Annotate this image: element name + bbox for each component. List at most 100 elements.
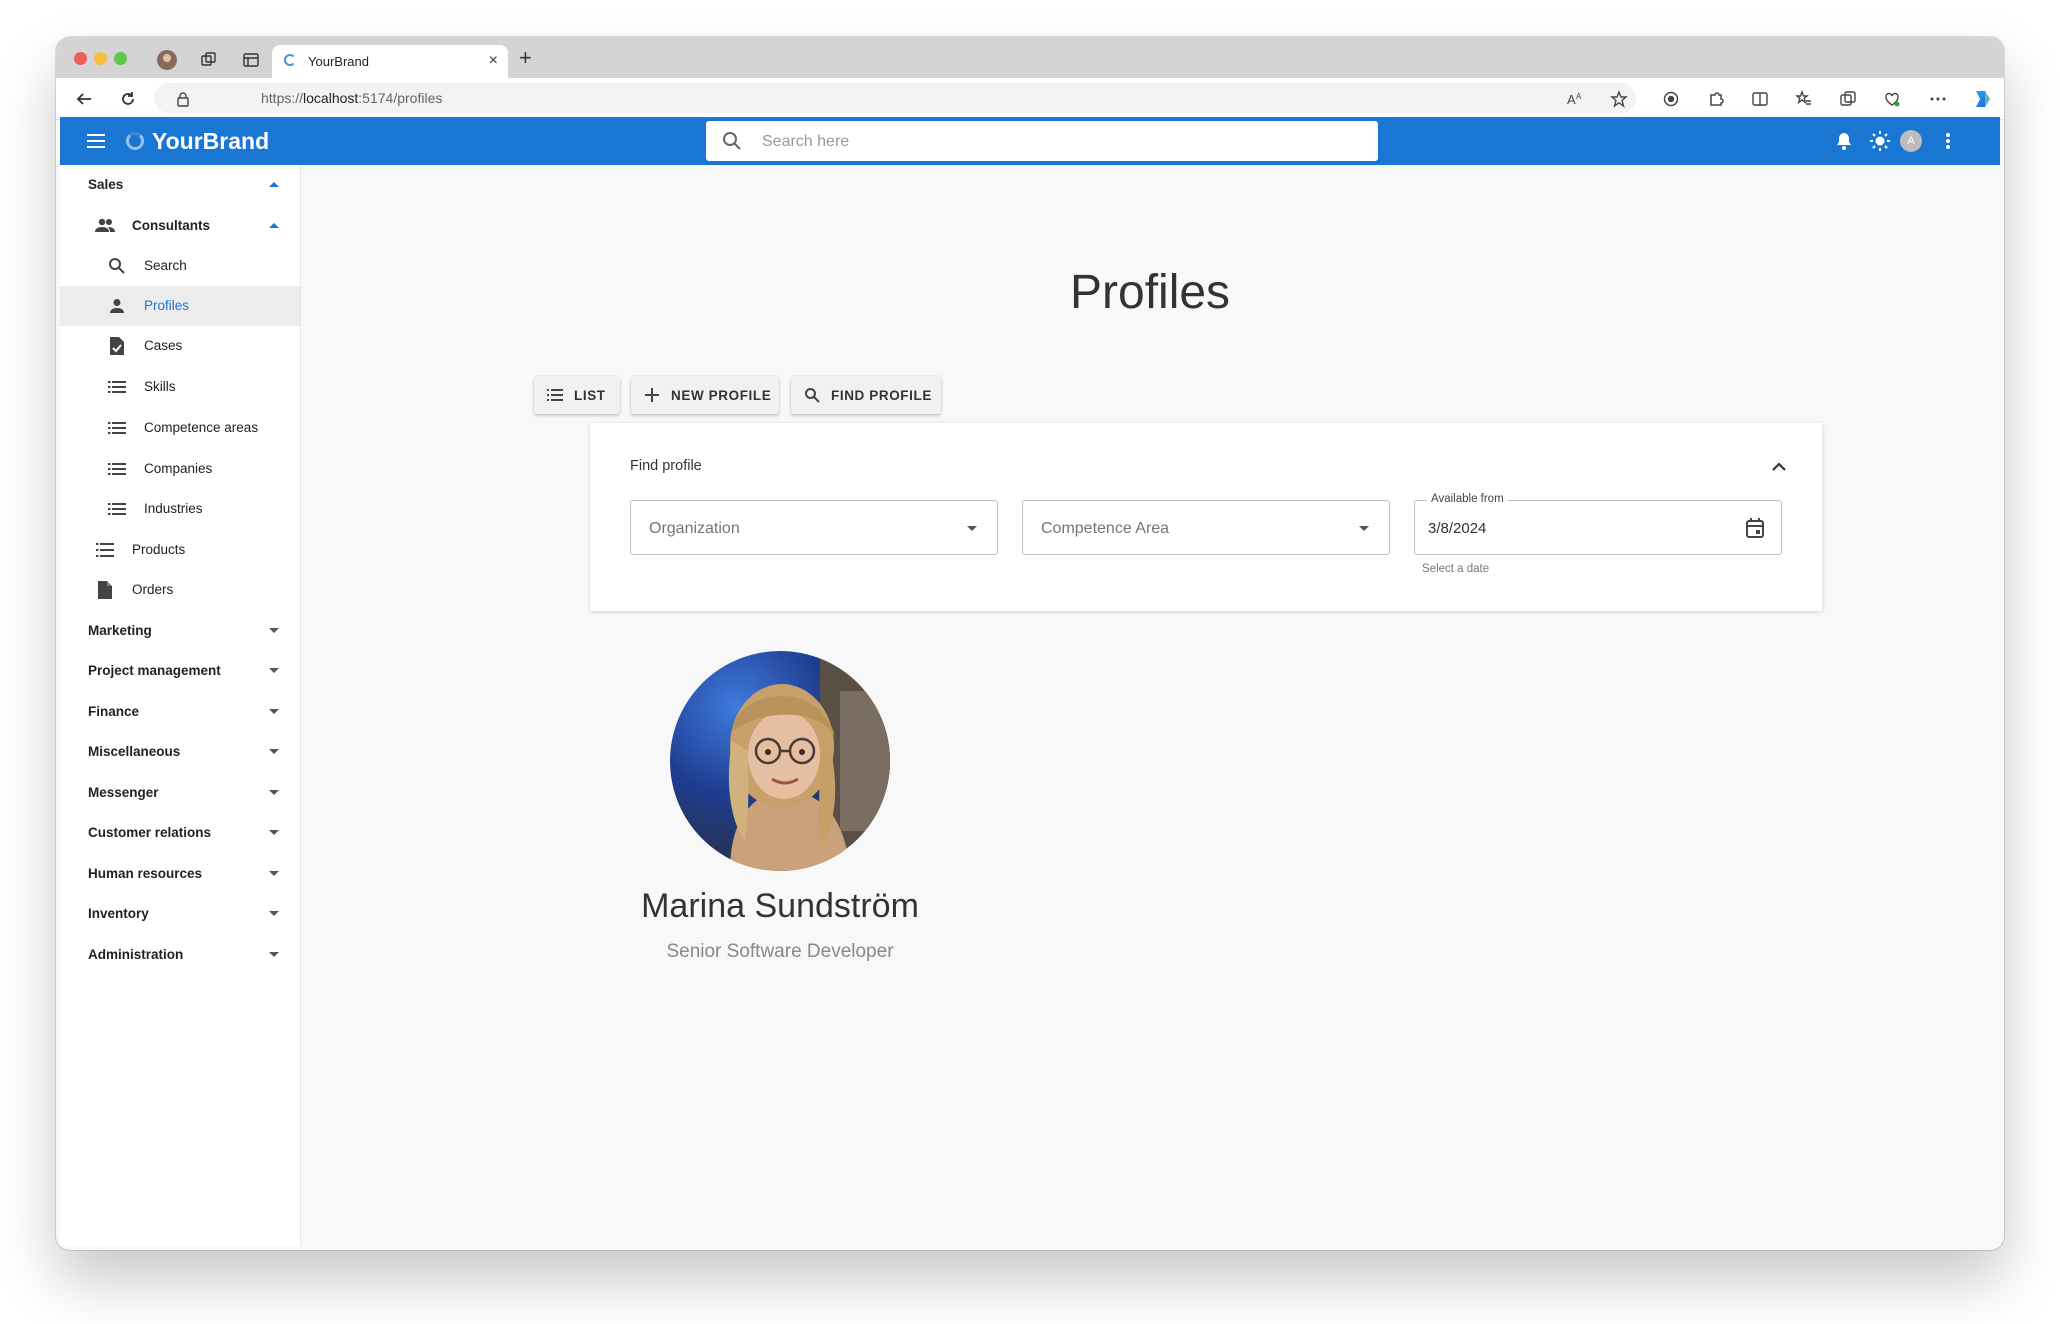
sidebar-group-sales[interactable]: Sales: [60, 165, 300, 205]
find-profile-panel: Find profile Organization Competence Are…: [590, 423, 1822, 611]
theme-toggle-sun-icon[interactable]: [1868, 129, 1892, 153]
sidebar-group-finance[interactable]: Finance: [60, 692, 300, 732]
menu-icon[interactable]: [84, 129, 108, 153]
sidebar-item-skills[interactable]: Skills: [60, 367, 300, 407]
sidebar: Sales Consultants Search Profiles Cases …: [60, 165, 301, 1246]
split-screen-icon[interactable]: [1749, 88, 1771, 110]
read-aloud-icon[interactable]: AA: [1564, 88, 1586, 110]
sidebar-group-messenger[interactable]: Messenger: [60, 773, 300, 813]
maximize-window-button[interactable]: [114, 52, 127, 65]
plus-icon: [643, 386, 661, 404]
search-icon: [803, 386, 821, 404]
sidebar-group-administration[interactable]: Administration: [60, 935, 300, 975]
sidebar-item-orders[interactable]: Orders: [60, 570, 300, 610]
search-placeholder: Search here: [762, 133, 850, 150]
chevron-down-icon: [269, 790, 279, 795]
more-vert-icon[interactable]: [1936, 129, 1960, 153]
tab-title: YourBrand: [308, 54, 369, 69]
collections-icon[interactable]: [1837, 88, 1859, 110]
profile-avatar-icon[interactable]: [156, 49, 178, 71]
list-icon: [106, 458, 128, 480]
profile-avatar-photo[interactable]: [670, 651, 890, 871]
tab-strip: YourBrand × +: [56, 37, 2004, 78]
chevron-down-icon: [269, 830, 279, 835]
person-icon: [106, 295, 128, 317]
task-document-icon: [106, 335, 128, 357]
browser-window: YourBrand × + https://localhost:5174/pro…: [56, 37, 2004, 1250]
calendar-icon[interactable]: [1745, 517, 1765, 544]
close-window-button[interactable]: [74, 52, 87, 65]
sidebar-item-products[interactable]: Products: [60, 530, 300, 570]
new-profile-button[interactable]: NEW PROFILE: [631, 376, 779, 414]
chevron-down-icon: [269, 709, 279, 714]
profile-name[interactable]: Marina Sundström: [598, 887, 962, 926]
available-from-date-field[interactable]: Available from 3/8/2024: [1414, 493, 1782, 555]
reload-icon[interactable]: [117, 88, 139, 110]
available-from-value: 3/8/2024: [1428, 520, 1487, 537]
profile-role: Senior Software Developer: [666, 941, 894, 962]
tab-actions-icon[interactable]: [240, 49, 262, 71]
app-bar: YourBrand Search here A: [60, 117, 2000, 165]
sidebar-group-inventory[interactable]: Inventory: [60, 894, 300, 934]
sidebar-item-consultants[interactable]: Consultants: [60, 206, 300, 246]
chevron-down-icon: [269, 668, 279, 673]
list-icon: [106, 498, 128, 520]
sidebar-item-competence-areas[interactable]: Competence areas: [60, 408, 300, 448]
sidebar-item-cases[interactable]: Cases: [60, 326, 300, 366]
list-button[interactable]: LIST: [534, 376, 620, 414]
chevron-up-icon: [269, 182, 279, 187]
sidebar-item-companies[interactable]: Companies: [60, 449, 300, 489]
workspaces-icon[interactable]: [198, 49, 220, 71]
dropdown-arrow-icon: [967, 526, 977, 531]
back-icon[interactable]: [73, 88, 95, 110]
sidebar-group-miscellaneous[interactable]: Miscellaneous: [60, 732, 300, 772]
sidebar-group-human-resources[interactable]: Human resources: [60, 854, 300, 894]
sidebar-item-profiles[interactable]: Profiles: [60, 286, 300, 326]
favorites-icon[interactable]: [1793, 88, 1815, 110]
favorite-star-icon[interactable]: [1608, 88, 1630, 110]
loading-favicon-icon: [284, 54, 296, 66]
extension-puzzle-icon[interactable]: [1705, 88, 1727, 110]
brand-logo-icon: [126, 132, 144, 150]
notifications-bell-icon[interactable]: [1832, 129, 1856, 153]
more-options-icon[interactable]: [1927, 88, 1949, 110]
find-profile-title: Find profile: [630, 458, 702, 474]
brand-name[interactable]: YourBrand: [152, 128, 269, 155]
svg-text:A: A: [1576, 92, 1582, 101]
list-icon: [546, 386, 564, 404]
list-icon: [94, 539, 116, 561]
sidebar-item-search[interactable]: Search: [60, 246, 300, 286]
competence-area-select[interactable]: Competence Area: [1022, 500, 1390, 555]
organization-select[interactable]: Organization: [630, 500, 998, 555]
new-tab-button[interactable]: +: [519, 45, 532, 71]
performance-icon[interactable]: [1881, 88, 1903, 110]
address-bar: https://localhost:5174/profiles AA: [56, 78, 2004, 120]
dropdown-arrow-icon: [1359, 526, 1369, 531]
sidebar-group-project-management[interactable]: Project management: [60, 651, 300, 691]
lock-icon[interactable]: [172, 88, 194, 110]
list-icon: [106, 376, 128, 398]
chevron-down-icon: [269, 952, 279, 957]
chevron-down-icon: [269, 628, 279, 633]
sidebar-item-industries[interactable]: Industries: [60, 489, 300, 529]
chevron-down-icon: [269, 749, 279, 754]
search-icon: [106, 255, 128, 277]
find-profile-button[interactable]: FIND PROFILE: [791, 376, 941, 414]
people-icon: [94, 215, 116, 237]
sidebar-group-marketing[interactable]: Marketing: [60, 611, 300, 651]
url-text[interactable]: https://localhost:5174/profiles: [261, 90, 442, 106]
sidebar-group-customer-relations[interactable]: Customer relations: [60, 813, 300, 853]
page-title: Profiles: [1070, 266, 1231, 319]
minimize-window-button[interactable]: [94, 52, 107, 65]
svg-text:A: A: [1567, 92, 1576, 107]
extension-icon[interactable]: [1660, 88, 1682, 110]
copilot-icon[interactable]: [1971, 88, 1993, 110]
list-icon: [106, 417, 128, 439]
chevron-down-icon: [269, 911, 279, 916]
global-search-input[interactable]: Search here: [706, 121, 1378, 161]
collapse-chevron-up-icon[interactable]: [1772, 459, 1786, 477]
available-from-label: Available from: [1427, 493, 1508, 505]
close-tab-icon[interactable]: ×: [489, 52, 498, 70]
user-avatar[interactable]: A: [1900, 130, 1922, 152]
tab-yourbrand[interactable]: YourBrand ×: [272, 45, 508, 78]
